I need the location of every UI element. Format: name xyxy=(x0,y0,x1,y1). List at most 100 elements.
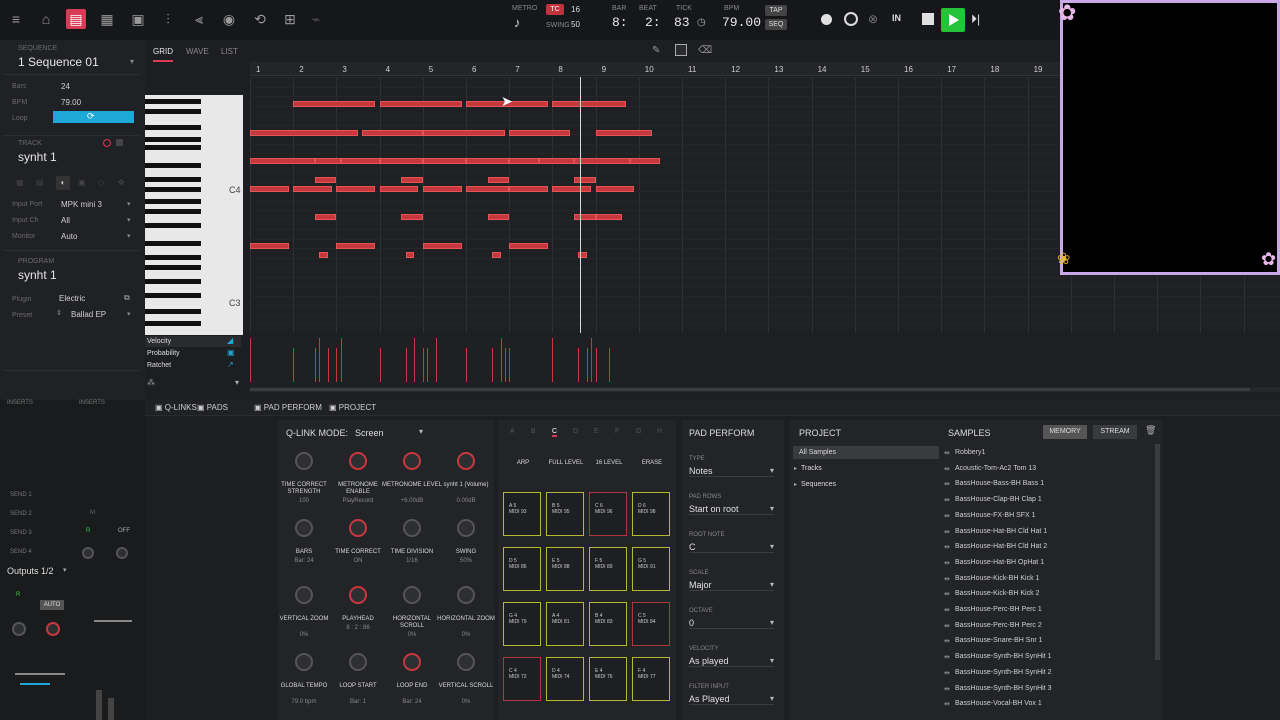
q-link-knob[interactable] xyxy=(457,519,475,537)
tab-pad-perform[interactable]: ▣ PAD PERFORM xyxy=(254,403,322,412)
project-item-tracks[interactable]: Tracks xyxy=(801,465,822,472)
midi-note[interactable] xyxy=(314,214,337,220)
pad[interactable]: G 5 MIDI 91 xyxy=(632,547,670,591)
black-key[interactable] xyxy=(145,145,201,150)
mixer-icon[interactable]: ⫶ xyxy=(158,9,178,29)
q-link-knob[interactable] xyxy=(349,653,367,671)
tool-icon[interactable]: ◇ xyxy=(98,178,104,187)
velocity-bar[interactable] xyxy=(293,348,295,382)
velocity-bar[interactable] xyxy=(504,348,506,382)
sample-item[interactable]: BassHouse-Perc-BH Perc 1 xyxy=(944,606,1042,614)
midi-note[interactable] xyxy=(319,252,328,258)
pad-bank-d[interactable]: D xyxy=(573,428,578,435)
pad[interactable]: C 4 MIDI 72 xyxy=(503,657,541,701)
pad[interactable]: B 4 MIDI 83 xyxy=(589,602,627,646)
velocity-icon[interactable]: ◢ xyxy=(227,336,233,345)
pad-perform-field-select[interactable]: Start on root xyxy=(689,504,774,515)
tab-wave[interactable]: WAVE xyxy=(186,47,209,56)
input-port-value[interactable]: MPK mini 3 xyxy=(61,200,102,209)
midi-note[interactable] xyxy=(340,158,380,164)
project-item-sequences[interactable]: Sequences xyxy=(801,481,836,488)
sample-item[interactable]: Acoustic-Tom-Ac2 Tom 13 xyxy=(944,465,1036,473)
undo-icon[interactable]: ⌁ xyxy=(306,9,326,29)
monitor-value[interactable]: Auto xyxy=(61,232,77,241)
expand-icon[interactable]: ▸ xyxy=(794,481,797,488)
midi-note[interactable] xyxy=(250,243,289,249)
outputs-select[interactable]: Outputs 1/2 xyxy=(7,566,54,576)
pad-bank-h[interactable]: H xyxy=(657,428,662,435)
q-link-knob[interactable] xyxy=(403,653,421,671)
black-key[interactable] xyxy=(145,321,201,326)
bar-ruler[interactable]: 1 2 3 4 5 6 7 8 9 10 11 12 13 14 15 16 17 18 19 xyxy=(250,62,1060,76)
black-key[interactable] xyxy=(145,293,201,298)
sample-item[interactable]: BassHouse-Perc-BH Perc 2 xyxy=(944,622,1042,630)
sequence-name[interactable]: 1 Sequence 01 xyxy=(18,55,99,69)
midi-note[interactable] xyxy=(250,158,315,164)
midi-note[interactable] xyxy=(552,101,626,107)
pad-bank-a[interactable]: A xyxy=(510,428,515,435)
tab-q-links[interactable]: ▣ Q-LINKS xyxy=(155,403,197,412)
pad-column-label[interactable]: FULL LEVEL xyxy=(546,460,586,466)
send-fader[interactable] xyxy=(94,620,132,622)
plugin-value[interactable]: Electric xyxy=(59,294,85,303)
off-label[interactable]: OFF xyxy=(118,528,130,534)
chevron-down-icon[interactable]: ▾ xyxy=(63,566,67,574)
pad-bank-c[interactable]: C xyxy=(552,428,558,437)
tool-icon[interactable]: ▣ xyxy=(78,178,86,187)
track-name[interactable]: synht 1 xyxy=(18,150,57,164)
midi-note[interactable] xyxy=(293,186,333,192)
sample-item[interactable]: BassHouse-Synth-BH SynHit 1 xyxy=(944,653,1052,661)
sample-item[interactable]: BassHouse-FX-BH SFX 1 xyxy=(944,512,1035,520)
pad[interactable]: G 4 MIDI 79 xyxy=(503,602,541,646)
velocity-lane[interactable] xyxy=(250,336,1280,386)
sample-item[interactable]: Robbery1 xyxy=(944,449,985,457)
chevron-down-icon[interactable]: ▾ xyxy=(419,427,423,436)
tab-grid[interactable]: GRID xyxy=(153,47,173,62)
pad[interactable]: A 4 MIDI 81 xyxy=(546,602,584,646)
black-key[interactable] xyxy=(145,223,201,228)
midi-note[interactable] xyxy=(250,130,358,136)
midi-note[interactable] xyxy=(595,130,652,136)
black-key[interactable] xyxy=(145,109,201,114)
pencil-icon[interactable]: ✎ xyxy=(652,45,660,56)
midi-note[interactable] xyxy=(314,158,341,164)
velocity-bar[interactable] xyxy=(491,348,493,382)
midi-note[interactable] xyxy=(574,177,596,183)
q-link-knob[interactable] xyxy=(295,653,313,671)
preset-value[interactable]: Ballad EP xyxy=(71,310,106,319)
tool-icon[interactable]: ✥ xyxy=(118,178,125,187)
midi-note[interactable] xyxy=(509,130,570,136)
automation-icon[interactable]: ⊗ xyxy=(868,12,878,26)
chevron-down-icon[interactable]: ▾ xyxy=(127,310,131,318)
velocity-bar[interactable] xyxy=(435,338,437,382)
browser-icon[interactable]: ⊞ xyxy=(280,9,300,29)
bar-value[interactable]: 8: xyxy=(612,15,628,30)
piano-keyboard[interactable]: C4 C3 xyxy=(145,95,243,335)
pad-perform-field-select[interactable]: C xyxy=(689,542,774,553)
velocity-bar[interactable] xyxy=(552,338,554,382)
tab-pads[interactable]: ▣ PADS xyxy=(197,403,228,412)
midi-note[interactable] xyxy=(362,130,423,136)
velocity-bar[interactable] xyxy=(578,348,580,382)
black-key[interactable] xyxy=(145,255,201,260)
velocity-bar[interactable] xyxy=(500,338,502,382)
midi-note[interactable] xyxy=(552,186,592,192)
overdub-icon[interactable] xyxy=(844,12,858,26)
pad[interactable]: E 5 MIDI 88 xyxy=(546,547,584,591)
send-knob[interactable] xyxy=(82,547,94,559)
pad-perform-field-select[interactable]: As played xyxy=(689,656,774,667)
pad-bank-e[interactable]: E xyxy=(594,428,599,435)
midi-note[interactable] xyxy=(509,243,549,249)
seq-button[interactable]: SEQ xyxy=(765,19,787,30)
input-button[interactable]: IN xyxy=(892,13,901,23)
velocity-bar[interactable] xyxy=(466,348,467,382)
midi-note[interactable] xyxy=(422,158,466,164)
black-key[interactable] xyxy=(145,209,201,214)
sequence-bpm-value[interactable]: 79.00 xyxy=(61,98,81,107)
tick-value[interactable]: 83 xyxy=(674,15,690,30)
tab-list[interactable]: LIST xyxy=(221,47,238,56)
q-link-knob[interactable] xyxy=(457,653,475,671)
mute-label[interactable]: M xyxy=(90,510,95,516)
bpm-value[interactable]: 79.00 xyxy=(722,15,761,30)
stream-button[interactable]: STREAM xyxy=(1093,425,1137,439)
